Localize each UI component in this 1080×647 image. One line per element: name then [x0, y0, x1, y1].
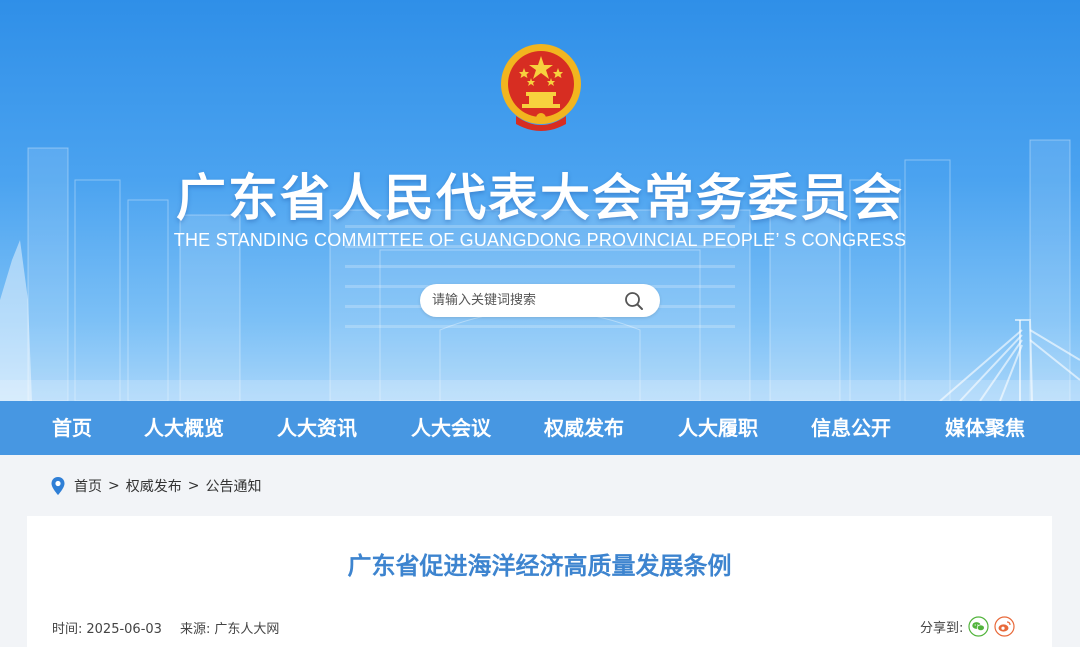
breadcrumb: 首页 > 权威发布 > 公告通知 — [50, 474, 261, 498]
search-icon[interactable] — [623, 290, 645, 312]
article-card: 广东省促进海洋经济高质量发展条例 时间: 2025-06-03 来源: 广东人大网 分… — [27, 516, 1052, 647]
site-title: 广东省人民代表大会常务委员会 — [176, 169, 904, 227]
search-input[interactable] — [432, 289, 622, 312]
nav-item-news[interactable]: 人大资讯 — [277, 401, 357, 455]
source-label: 来源: — [179, 622, 211, 637]
nav-item-overview[interactable]: 人大概览 — [144, 401, 224, 455]
breadcrumb-releases[interactable]: 权威发布 — [126, 476, 182, 496]
nav-item-disclosure[interactable]: 信息公开 — [811, 401, 891, 455]
site-header: 广东省人民代表大会常务委员会 THE STANDING COMMITTEE OF… — [0, 0, 1080, 401]
nav-item-home[interactable]: 首页 — [52, 401, 92, 455]
nav-item-media[interactable]: 媒体聚焦 — [945, 401, 1025, 455]
location-pin-icon — [51, 477, 65, 495]
wechat-icon[interactable] — [968, 615, 989, 637]
site-subtitle: THE STANDING COMMITTEE OF GUANGDONG PROV… — [173, 230, 907, 250]
share-bar: 分享到: — [920, 614, 1015, 638]
weibo-icon[interactable] — [994, 615, 1015, 637]
share-label: 分享到: — [920, 620, 964, 636]
article-meta: 时间: 2025-06-03 来源: 广东人大网 — [52, 618, 283, 637]
breadcrumb-home[interactable]: 首页 — [74, 476, 102, 496]
nav-item-releases[interactable]: 权威发布 — [544, 401, 624, 455]
national-emblem-icon — [501, 44, 581, 131]
breadcrumb-separator: > — [108, 478, 120, 494]
breadcrumb-notices[interactable]: 公告通知 — [205, 476, 261, 496]
article-title: 广东省促进海洋经济高质量发展条例 — [347, 552, 732, 580]
time-label: 时间: — [52, 622, 83, 637]
nav-item-duties[interactable]: 人大履职 — [678, 401, 758, 455]
time-value: 2025-06-03 — [86, 622, 162, 637]
breadcrumb-separator: > — [187, 478, 200, 494]
nav-item-meetings[interactable]: 人大会议 — [411, 401, 491, 455]
main-nav: 首页 人大概览 人大资讯 人大会议 权威发布 人大履职 信息公开 媒体聚焦 — [0, 401, 1080, 455]
source-value: 广东人大网 — [214, 622, 280, 637]
